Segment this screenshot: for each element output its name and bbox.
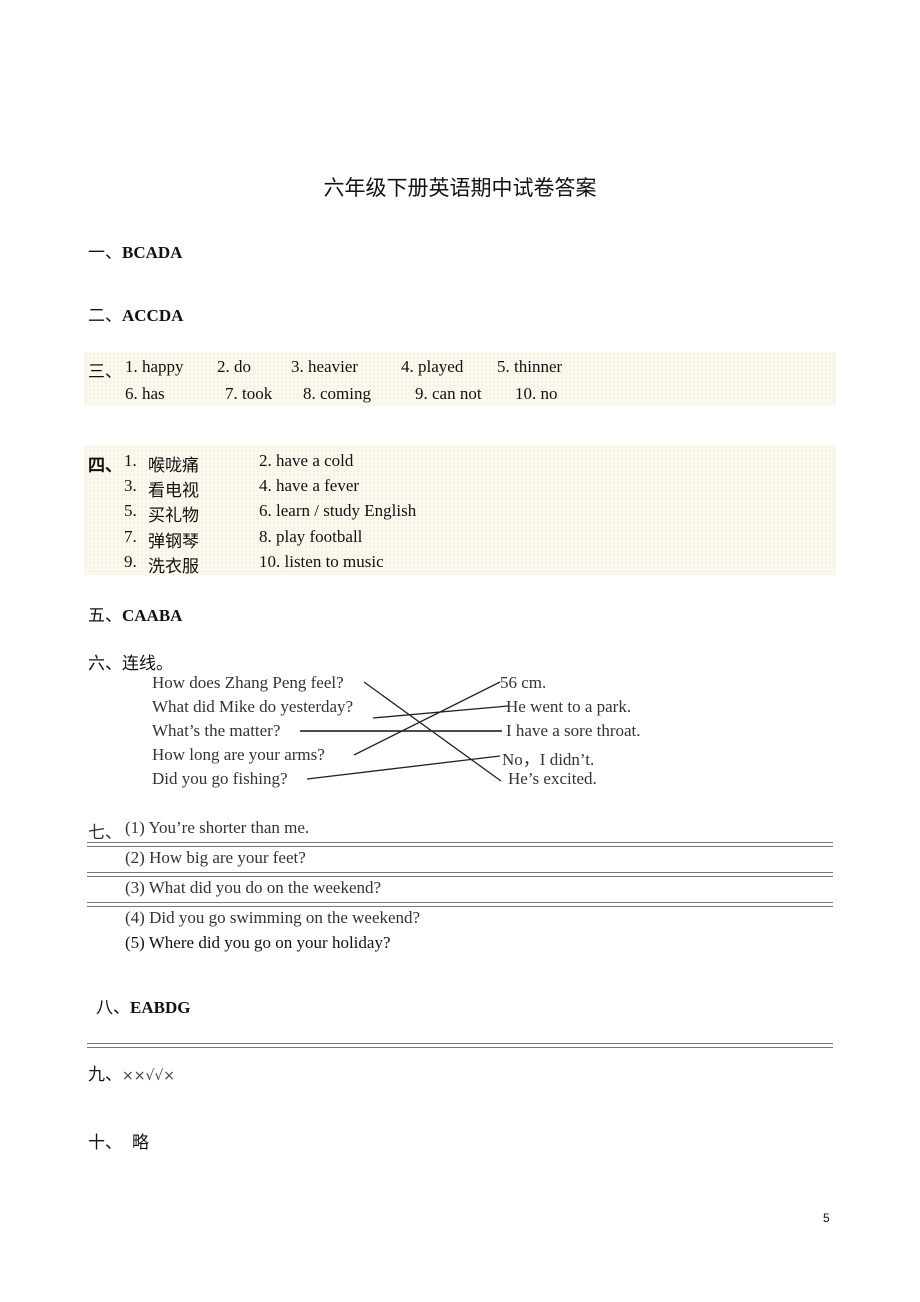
section-10-number: 十、 bbox=[88, 1133, 122, 1152]
section-10: 十、略 bbox=[88, 1128, 149, 1153]
section-7-item: (5) Where did you go on your holiday? bbox=[125, 933, 391, 952]
section-7-item: (3) What did you do on the weekend? bbox=[125, 878, 382, 897]
match-line bbox=[353, 681, 501, 756]
double-rule bbox=[87, 872, 833, 877]
section-8-number: 八、 bbox=[96, 998, 130, 1017]
section-10-answer: 略 bbox=[132, 1133, 149, 1152]
section-8-answer: EABDG bbox=[130, 998, 191, 1017]
double-rule bbox=[87, 842, 833, 847]
section-7-item: (4) Did you go swimming on the weekend? bbox=[125, 908, 421, 927]
section-7-number: 七、 bbox=[88, 823, 122, 842]
matching-lines bbox=[300, 681, 509, 782]
section-8: 八、EABDG bbox=[96, 993, 190, 1018]
section-7-item: (2) How big are your feet? bbox=[125, 848, 306, 867]
section-9-number: 九、 bbox=[88, 1065, 122, 1084]
match-line bbox=[306, 755, 501, 780]
double-rule bbox=[87, 902, 833, 907]
page-number: 5 bbox=[823, 1211, 830, 1225]
double-rule bbox=[87, 1043, 833, 1048]
section-9-answer: ××√√× bbox=[122, 1068, 176, 1084]
section-9: 九、××√√× bbox=[88, 1060, 175, 1085]
section-7-item: (1) You’re shorter than me. bbox=[125, 818, 310, 837]
